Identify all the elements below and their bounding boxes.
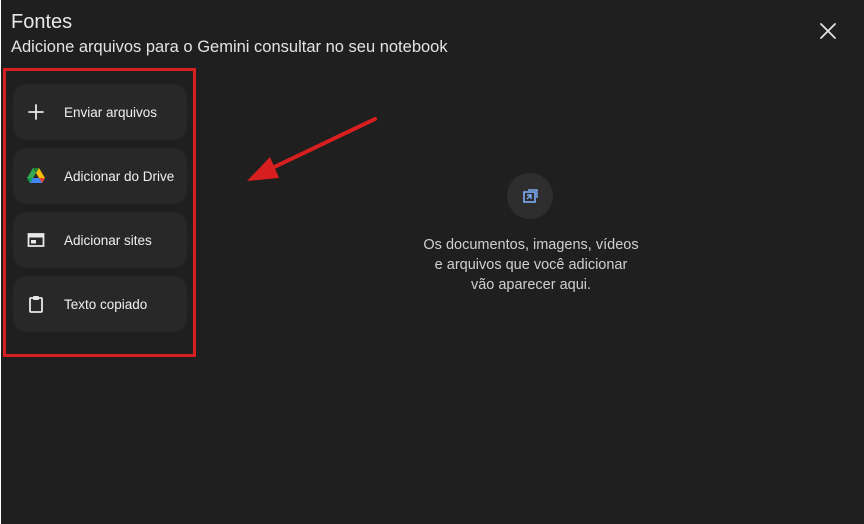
dialog-subtitle: Adicione arquivos para o Gemini consulta… [11, 38, 448, 56]
close-icon [820, 23, 836, 39]
sources-dialog: Fontes Adicione arquivos para o Gemini c… [1, 0, 864, 524]
empty-state-message: Os documentos, imagens, vídeos e arquivo… [406, 235, 656, 295]
website-icon [25, 229, 47, 251]
add-websites-button[interactable]: Adicionar sites [13, 212, 187, 268]
source-options: Enviar arquivos Adicionar do Drive Adici… [13, 84, 187, 340]
clipboard-icon [25, 293, 47, 315]
plus-icon [25, 101, 47, 123]
upload-files-label: Enviar arquivos [64, 104, 158, 120]
copied-text-label: Texto copiado [64, 296, 148, 312]
add-websites-label: Adicionar sites [64, 232, 152, 248]
empty-state-line: vão aparecer aqui. [470, 277, 592, 293]
add-source-icon [507, 173, 553, 219]
google-drive-icon [25, 165, 47, 187]
add-from-drive-label: Adicionar do Drive [64, 168, 175, 184]
close-button[interactable] [816, 19, 840, 43]
dialog-title: Fontes [11, 11, 73, 33]
empty-state-line: e arquivos que você adicionar [434, 257, 628, 273]
empty-state-line: Os documentos, imagens, vídeos [423, 237, 639, 253]
copied-text-button[interactable]: Texto copiado [13, 276, 187, 332]
add-from-drive-button[interactable]: Adicionar do Drive [13, 148, 187, 204]
upload-files-button[interactable]: Enviar arquivos [13, 84, 187, 140]
